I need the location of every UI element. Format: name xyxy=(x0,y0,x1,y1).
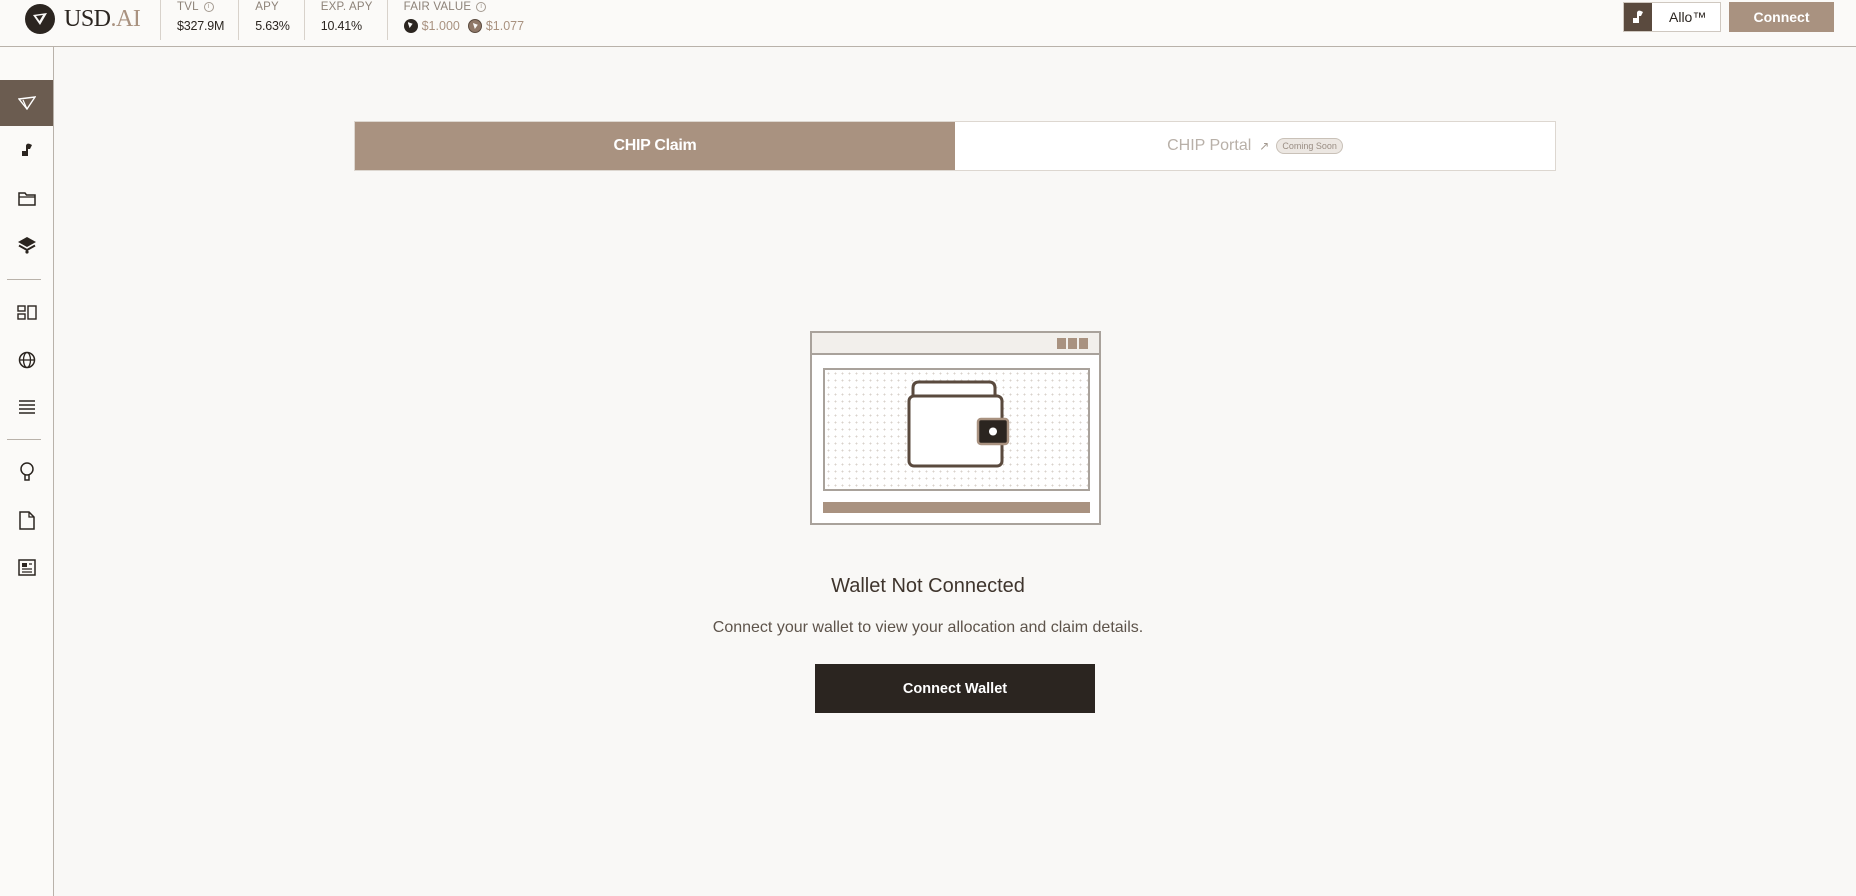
sidebar-item-folder[interactable] xyxy=(0,175,53,221)
fair-value-usdai: $1.000 xyxy=(421,19,460,33)
stat-fair-value-label: FAIR VALUE xyxy=(403,1,472,13)
info-icon[interactable]: i xyxy=(203,2,214,12)
lightbulb-icon xyxy=(19,462,34,481)
illustration-window-bar xyxy=(812,333,1099,355)
layers-icon xyxy=(17,237,36,254)
illustration-progress-bar xyxy=(823,502,1090,513)
sidebar xyxy=(0,47,54,896)
allo-icon xyxy=(1624,3,1652,31)
stat-apy: APY 5.63% xyxy=(238,0,303,40)
stat-tvl: TVL i $327.9M xyxy=(160,0,238,40)
allo-icon xyxy=(21,143,32,156)
sidebar-item-chip[interactable] xyxy=(0,80,53,126)
illustration-screen xyxy=(823,368,1090,491)
document-icon xyxy=(18,510,35,530)
sidebar-item-docs[interactable] xyxy=(0,497,53,543)
tab-chip-claim-label: CHIP Claim xyxy=(613,137,697,154)
stats-bar: TVL i $327.9M APY 5.63% EXP. APY 10.41% F… xyxy=(160,0,538,40)
diamond-icon xyxy=(17,96,36,110)
stat-tvl-value: $327.9M xyxy=(177,19,225,33)
folder-icon xyxy=(17,191,36,206)
coming-soon-badge: Coming Soon xyxy=(1276,138,1343,154)
sidebar-item-layers[interactable] xyxy=(0,222,53,268)
stat-exp-apy-value: 10.41% xyxy=(320,19,362,33)
connect-button[interactable]: Connect xyxy=(1729,2,1834,32)
stat-fair-value: FAIR VALUE i $1.000 $1.077 xyxy=(386,0,538,40)
info-icon[interactable]: i xyxy=(476,2,487,12)
brand-name: USD.AI xyxy=(64,5,141,32)
sidebar-item-stack[interactable] xyxy=(0,384,53,430)
sidebar-item-ideas[interactable] xyxy=(0,449,53,495)
wallet-icon xyxy=(907,380,1010,468)
usdai-coin-icon xyxy=(403,19,418,33)
susdai-coin-icon xyxy=(467,19,482,33)
sidebar-item-globe[interactable] xyxy=(0,337,53,383)
connect-wallet-button[interactable]: Connect Wallet xyxy=(815,664,1095,713)
empty-state-subtitle: Connect your wallet to view your allocat… xyxy=(712,619,1144,636)
dashboard-icon xyxy=(16,304,37,320)
newspaper-icon xyxy=(17,558,36,576)
stat-apy-value: 5.63% xyxy=(255,19,290,33)
fair-value-susdai: $1.077 xyxy=(485,19,525,33)
stat-apy-label: APY xyxy=(255,1,279,13)
sidebar-item-dashboard[interactable] xyxy=(0,289,53,335)
logo-mark-icon xyxy=(25,4,55,34)
allo-label: Allo™ xyxy=(1669,9,1707,25)
allo-button[interactable]: Allo™ xyxy=(1623,2,1721,32)
sidebar-divider xyxy=(7,279,41,280)
external-link-icon: ↗ xyxy=(1259,139,1270,153)
stat-exp-apy-label: EXP. APY xyxy=(320,1,373,13)
stat-exp-apy: EXP. APY 10.41% xyxy=(303,0,387,40)
sidebar-item-allo[interactable] xyxy=(0,127,53,173)
top-bar: USD.AI TVL i $327.9M APY 5.63% EXP. APY 1… xyxy=(0,0,1856,47)
window-controls-icon xyxy=(1057,338,1088,349)
tab-chip-portal-label: CHIP Portal xyxy=(1167,137,1252,154)
empty-state-title: Wallet Not Connected xyxy=(831,575,1025,597)
stat-tvl-label: TVL xyxy=(177,1,199,13)
tab-chip-claim[interactable]: CHIP Claim xyxy=(355,122,955,170)
tab-chip-portal[interactable]: CHIP Portal ↗ Coming Soon xyxy=(955,122,1555,170)
brand-logo[interactable]: USD.AI xyxy=(25,4,141,34)
sidebar-divider xyxy=(7,439,41,440)
stack-icon xyxy=(18,400,35,414)
globe-icon xyxy=(18,351,35,369)
wallet-illustration xyxy=(810,331,1101,525)
chip-tabs: CHIP Claim CHIP Portal ↗ Coming Soon xyxy=(354,121,1556,171)
